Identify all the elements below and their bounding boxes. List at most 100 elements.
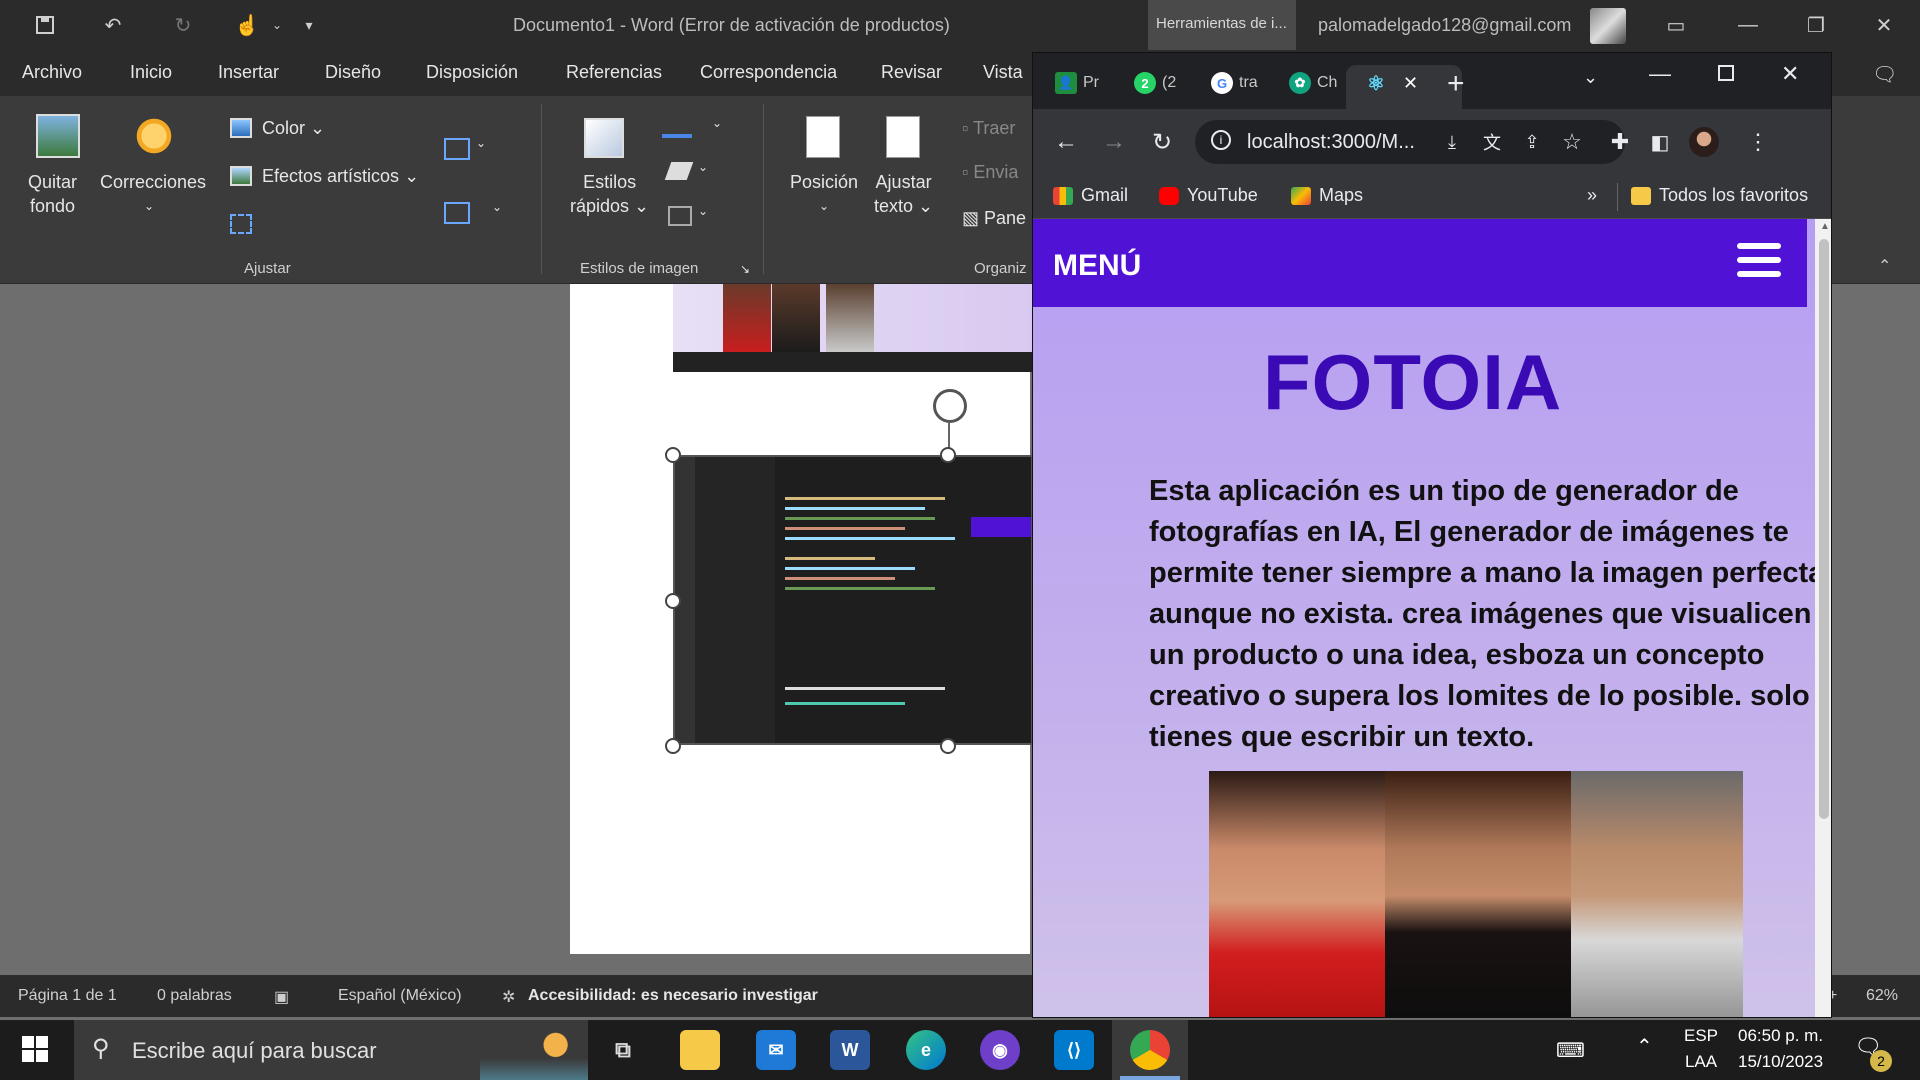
side-panel-icon[interactable]: ◧ [1645, 127, 1675, 157]
resize-handle-bl[interactable] [665, 738, 681, 754]
resize-handle-tl[interactable] [665, 447, 681, 463]
github-icon[interactable]: ◉ [980, 1030, 1020, 1070]
tab-search-icon[interactable]: ⌄ [1583, 67, 1598, 88]
picture-effects-icon[interactable] [664, 162, 694, 180]
back-icon[interactable]: ← [1051, 127, 1081, 157]
bookmark-gmail[interactable]: Gmail [1053, 185, 1128, 206]
tab-insertar[interactable]: Insertar [218, 62, 279, 83]
translate-icon[interactable]: 文 [1477, 127, 1507, 157]
picture-layout-icon[interactable] [668, 206, 692, 226]
url-text[interactable]: localhost:3000/M... [1247, 131, 1415, 154]
color-icon[interactable] [230, 118, 252, 138]
save-icon[interactable] [30, 10, 60, 40]
keyboard-icon[interactable]: ⌨ [1556, 1038, 1585, 1063]
undo-icon[interactable]: ↶ [98, 10, 128, 40]
tray-overflow-icon[interactable]: ⌃ [1636, 1034, 1653, 1059]
tab-react-app[interactable]: ⚛ ✕ [1365, 65, 1418, 101]
scroll-up-icon[interactable]: ▲ [1820, 221, 1830, 232]
artistic-effects-button[interactable]: Efectos artísticos ⌄ [262, 166, 419, 187]
language-indicator[interactable]: ESP LAA [1684, 1026, 1718, 1072]
color-button[interactable]: Color ⌄ [262, 118, 325, 139]
maximize-icon[interactable] [1718, 65, 1734, 81]
word-count[interactable]: 0 palabras [157, 987, 232, 1005]
wrap-text-icon[interactable] [886, 116, 920, 158]
redo-icon[interactable]: ↻ [168, 10, 198, 40]
edge-icon[interactable]: e [906, 1030, 946, 1070]
bookmark-maps[interactable]: Maps [1291, 185, 1363, 206]
forward-icon[interactable]: → [1099, 127, 1129, 157]
proofing-icon[interactable]: ▣ [274, 987, 289, 1007]
task-view-icon[interactable]: ⧉ [603, 1030, 643, 1070]
picture-border-icon[interactable] [662, 116, 692, 138]
file-explorer-icon[interactable] [680, 1030, 720, 1070]
restore-icon[interactable]: ❐ [1796, 10, 1836, 40]
start-icon[interactable] [22, 1036, 48, 1062]
remove-background-icon[interactable] [36, 114, 80, 158]
contextual-tab[interactable]: Herramientas de i... [1148, 0, 1296, 50]
clock[interactable]: 06:50 p. m. 15/10/2023 [1738, 1026, 1823, 1072]
tab-vista[interactable]: Vista [983, 62, 1023, 83]
picture-border-dropdown-icon[interactable]: ⌄ [712, 116, 722, 130]
tab-close-icon[interactable]: ✕ [1403, 73, 1418, 94]
quick-styles-button[interactable]: Estilos rápidos ⌄ [570, 170, 649, 218]
tab-whatsapp[interactable]: 2 (2 [1134, 65, 1176, 101]
wrap-text-button[interactable]: Ajustar texto ⌄ [874, 170, 933, 218]
site-info-icon[interactable]: i [1211, 130, 1231, 150]
tab-referencias[interactable]: Referencias [566, 62, 662, 83]
install-app-icon[interactable]: ⤓ [1437, 127, 1467, 157]
profile-avatar[interactable] [1689, 127, 1719, 157]
vscode-icon[interactable]: ⟨⟩ [1054, 1030, 1094, 1070]
page-scrollbar[interactable]: ▲ [1815, 219, 1831, 1017]
tab-google[interactable]: G tra [1211, 65, 1258, 101]
change-picture-icon[interactable] [444, 138, 470, 160]
word-icon[interactable]: W [830, 1030, 870, 1070]
bookmark-youtube[interactable]: YouTube [1159, 185, 1258, 206]
document-image-2[interactable] [673, 455, 1033, 745]
ribbon-display-icon[interactable]: ▭ [1656, 10, 1696, 40]
corrections-button[interactable]: Correcciones [100, 170, 206, 194]
artistic-effects-icon[interactable] [230, 166, 252, 186]
picture-layout-dropdown-icon[interactable]: ⌄ [698, 204, 708, 218]
collapse-ribbon-icon[interactable]: ⌃ [1878, 256, 1891, 276]
touch-mode-icon[interactable]: ☝ [232, 10, 262, 40]
extensions-icon[interactable]: ✚ [1605, 127, 1635, 157]
mail-icon[interactable]: ✉ [756, 1030, 796, 1070]
position-icon[interactable] [806, 116, 840, 158]
tab-disposicion[interactable]: Disposición [426, 62, 518, 83]
resize-handle-ml[interactable] [665, 593, 681, 609]
close-icon[interactable]: ✕ [1864, 10, 1904, 40]
comments-icon[interactable]: 🗨 [1872, 62, 1897, 87]
dialog-launcher-icon[interactable]: ↘ [740, 262, 750, 276]
resize-handle-bc[interactable] [940, 738, 956, 754]
selection-pane-button[interactable]: ▧ Pane [962, 208, 1026, 229]
chrome-menu-icon[interactable]: ⋮ [1743, 127, 1773, 157]
customize-qat-icon[interactable]: ▾ [294, 10, 324, 40]
reset-picture-dropdown-icon[interactable]: ⌄ [492, 200, 502, 214]
avatar[interactable] [1590, 8, 1626, 44]
picture-effects-dropdown-icon[interactable]: ⌄ [698, 160, 708, 174]
touch-mode-dropdown-icon[interactable]: ⌄ [262, 10, 292, 40]
accessibility-status[interactable]: Accesibilidad: es necesario investigar [528, 987, 818, 1005]
scroll-thumb[interactable] [1819, 239, 1829, 819]
remove-background-button[interactable]: Quitar fondo [28, 170, 77, 218]
tab-inicio[interactable]: Inicio [130, 62, 172, 83]
tab-diseno[interactable]: Diseño [325, 62, 381, 83]
new-tab-button[interactable]: + [1447, 67, 1465, 101]
zoom-level[interactable]: 62% [1866, 987, 1898, 1005]
tab-classroom[interactable]: 👤 Pr [1055, 65, 1099, 101]
chrome-taskbar-slot[interactable] [1112, 1020, 1188, 1080]
change-picture-dropdown-icon[interactable]: ⌄ [476, 136, 486, 150]
resize-handle-tc[interactable] [940, 447, 956, 463]
tab-revisar[interactable]: Revisar [881, 62, 942, 83]
reset-picture-icon[interactable] [444, 202, 470, 224]
compress-pictures-icon[interactable] [230, 214, 252, 234]
account-email[interactable]: palomadelgado128@gmail.com [1318, 15, 1571, 36]
accessibility-icon[interactable]: ✲ [502, 987, 515, 1007]
reload-icon[interactable]: ↻ [1147, 127, 1177, 157]
bookmarks-overflow[interactable]: » [1587, 185, 1597, 206]
corrections-dropdown-icon[interactable]: ⌄ [144, 194, 154, 218]
rotate-handle[interactable] [933, 389, 967, 423]
nav-title[interactable]: MENÚ [1053, 249, 1141, 283]
share-icon[interactable]: ⇪ [1517, 127, 1547, 157]
page-count[interactable]: Página 1 de 1 [18, 987, 117, 1005]
